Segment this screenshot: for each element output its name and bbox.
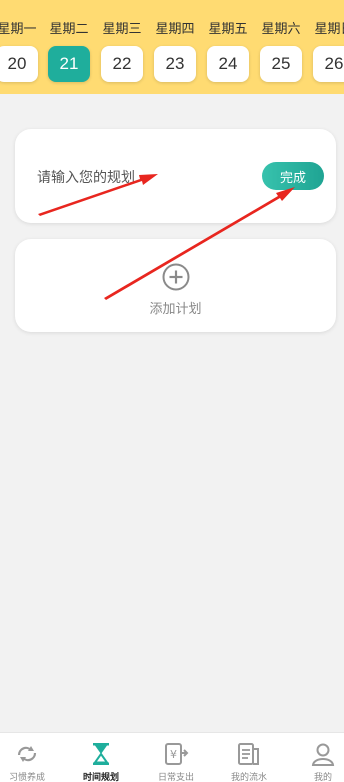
hourglass-icon bbox=[93, 743, 109, 765]
nav-label: 我的流水 bbox=[230, 772, 267, 782]
date-number[interactable]: 22 bbox=[101, 46, 143, 82]
add-plan-label: 添加计划 bbox=[149, 301, 202, 316]
day-tuesday[interactable]: 星期二 21 bbox=[44, 0, 94, 94]
expense-icon: ¥ bbox=[165, 743, 189, 765]
weekday-label: 星期五 bbox=[208, 21, 248, 36]
day-sunday[interactable]: 星期日 26 bbox=[309, 0, 344, 94]
nav-label: 日常支出 bbox=[157, 772, 194, 782]
profile-icon bbox=[311, 743, 335, 766]
weekday-label: 星期一 bbox=[0, 21, 37, 36]
plan-input[interactable] bbox=[37, 169, 237, 185]
nav-time-plan[interactable]: 时间规划 bbox=[71, 733, 131, 782]
nav-profile[interactable]: 我的 bbox=[293, 733, 344, 782]
date-number[interactable]: 20 bbox=[0, 46, 38, 82]
day-wednesday[interactable]: 星期三 22 bbox=[97, 0, 147, 94]
nav-label: 我的 bbox=[313, 772, 332, 782]
date-number[interactable]: 23 bbox=[154, 46, 196, 82]
nav-label: 习惯养成 bbox=[8, 772, 45, 782]
nav-habit[interactable]: 习惯养成 bbox=[0, 733, 57, 782]
svg-text:¥: ¥ bbox=[170, 748, 177, 761]
nav-label: 时间规划 bbox=[82, 772, 119, 782]
ledger-icon bbox=[238, 743, 259, 765]
weekday-label: 星期二 bbox=[49, 21, 89, 36]
plus-circle-icon bbox=[162, 263, 189, 291]
date-number-selected[interactable]: 21 bbox=[48, 46, 90, 82]
annotation-arrows bbox=[38, 174, 295, 300]
day-monday[interactable]: 星期一 20 bbox=[0, 0, 42, 94]
date-number[interactable]: 26 bbox=[313, 46, 344, 82]
day-thursday[interactable]: 星期四 23 bbox=[150, 0, 200, 94]
nav-expense[interactable]: ¥ 日常支出 bbox=[146, 733, 206, 782]
add-plan-button[interactable]: 添加计划 bbox=[15, 263, 336, 317]
weekday-label: 星期三 bbox=[102, 21, 142, 36]
week-selector: 星期一 20 星期二 21 星期三 22 星期四 23 星期五 24 星期六 2… bbox=[0, 0, 344, 94]
bottom-nav: 习惯养成 时间规划 ¥ 日常支出 我的流水 我的 bbox=[0, 732, 344, 782]
weekday-label: 星期六 bbox=[261, 21, 301, 36]
day-saturday[interactable]: 星期六 25 bbox=[256, 0, 306, 94]
plan-input-card: 完成 bbox=[15, 129, 336, 223]
day-friday[interactable]: 星期五 24 bbox=[203, 0, 253, 94]
date-number[interactable]: 25 bbox=[260, 46, 302, 82]
weekday-label: 星期日 bbox=[314, 21, 344, 36]
habit-icon bbox=[17, 746, 37, 762]
weekday-label: 星期四 bbox=[155, 21, 195, 36]
done-button[interactable]: 完成 bbox=[262, 162, 324, 190]
add-plan-card[interactable]: 添加计划 bbox=[15, 239, 336, 332]
nav-ledger[interactable]: 我的流水 bbox=[219, 733, 279, 782]
date-number[interactable]: 24 bbox=[207, 46, 249, 82]
